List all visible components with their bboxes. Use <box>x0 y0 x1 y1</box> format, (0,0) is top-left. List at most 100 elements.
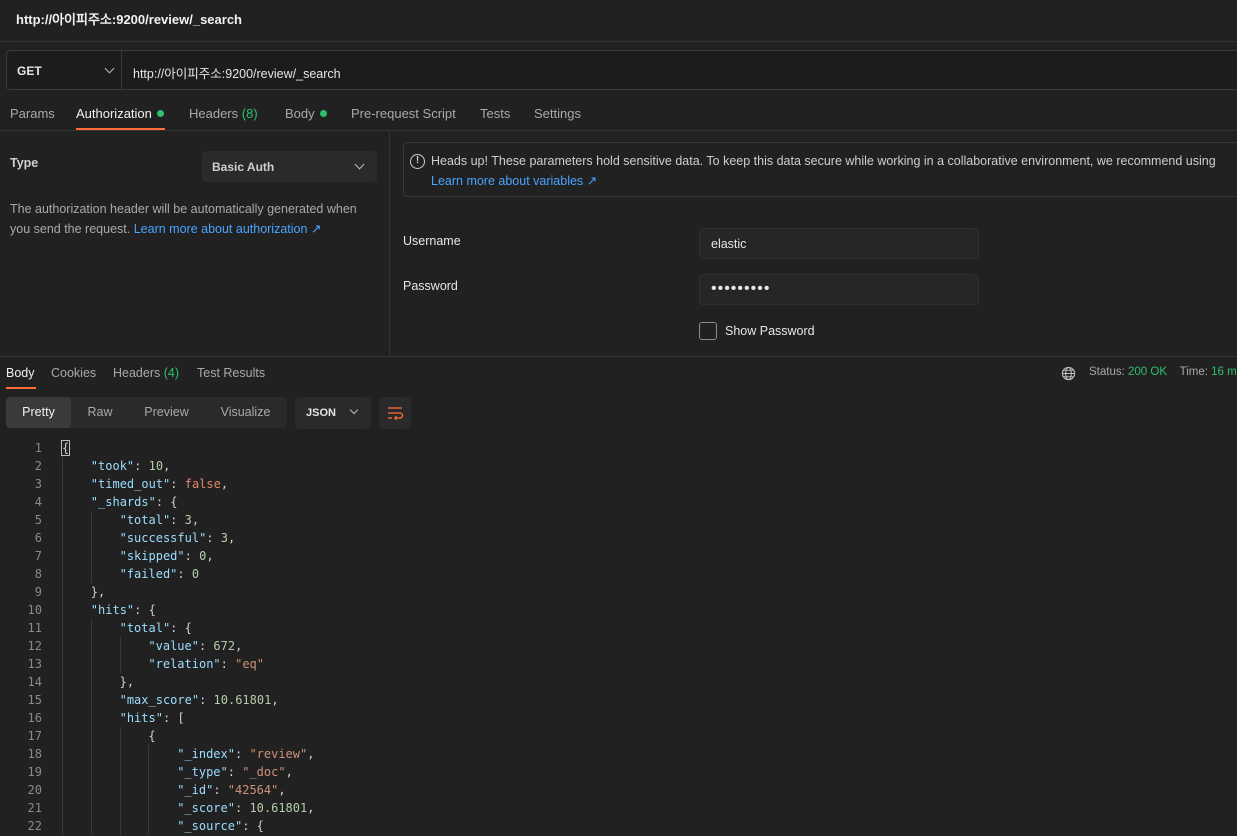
code-token: "_source" <box>177 819 243 833</box>
tab-params[interactable]: Params <box>10 106 55 121</box>
tab-count: (8) <box>241 106 258 121</box>
code-token: : <box>199 693 214 707</box>
password-value: ••••••••• <box>711 280 771 297</box>
code-token: : <box>206 531 221 545</box>
globe-icon[interactable] <box>1061 366 1076 381</box>
line-number: 8 <box>34 567 42 581</box>
code-text: "_id": "42564", <box>177 781 285 799</box>
line-number: 22 <box>27 819 42 833</box>
response-tab-cookies[interactable]: Cookies <box>51 366 96 380</box>
code-token: , <box>206 549 214 563</box>
status-value[interactable]: 200 OK <box>1128 366 1167 378</box>
line-number: 19 <box>27 765 42 779</box>
code-line: 9}, <box>0 583 1237 601</box>
response-tab-headers[interactable]: Headers (4) <box>113 366 179 380</box>
format-select[interactable]: JSON <box>295 397 371 429</box>
code-token: 10.61801 <box>249 801 308 815</box>
tab-settings[interactable]: Settings <box>534 106 581 121</box>
show-password-checkbox[interactable] <box>699 322 717 340</box>
code-text: "_shards": { <box>91 493 178 511</box>
view-visualize-button[interactable]: Visualize <box>204 397 287 428</box>
code-line: 10 "hits": { <box>0 601 1237 619</box>
code-text: "_source": { <box>177 817 264 835</box>
time-value[interactable]: 16 m <box>1211 366 1237 378</box>
code-token: false <box>184 477 221 491</box>
code-token: : <box>177 567 192 581</box>
password-field[interactable]: ••••••••• <box>699 274 979 305</box>
method-select[interactable]: GET <box>7 51 122 89</box>
response-status: Status: 200 OK Time: 16 m <box>1089 366 1237 378</box>
code-token: : { <box>242 819 264 833</box>
learn-more-variables-link[interactable]: Learn more about variables ↗ <box>431 173 597 188</box>
view-preview-button[interactable]: Preview <box>129 397 204 428</box>
code-token: 3 <box>184 513 192 527</box>
view-pretty-button[interactable]: Pretty <box>6 397 71 428</box>
tab-authorization[interactable]: Authorization <box>76 106 164 121</box>
response-body-code[interactable]: 1{2 "took": 10, 3 "timed_out": false, 4 "_sha… <box>0 439 1237 836</box>
line-number: 13 <box>27 657 42 671</box>
wrap-lines-button[interactable] <box>379 397 411 429</box>
chevron-down-icon <box>349 405 359 415</box>
line-number: 11 <box>27 621 42 635</box>
tab-label: Pre-request Script <box>351 106 456 121</box>
code-token: 0 <box>191 567 200 581</box>
auth-type-select[interactable]: Basic Auth <box>202 151 377 182</box>
code-token: : <box>220 657 236 671</box>
view-raw-button[interactable]: Raw <box>71 397 129 428</box>
line-number: 9 <box>34 585 42 599</box>
code-text: "successful": 3, <box>120 529 236 547</box>
code-token: : <box>170 477 185 491</box>
code-line: 19 "_type": "_doc", <box>0 763 1237 781</box>
auth-type-panel: Type Basic Auth The authorization header… <box>0 131 390 356</box>
url-input[interactable]: http://아이피주소:9200/review/_search <box>133 63 341 82</box>
learn-more-authorization-link[interactable]: Learn more about authorization ↗ <box>134 222 322 236</box>
code-token: "failed" <box>119 567 178 581</box>
tab-label: Settings <box>534 106 581 121</box>
code-token: : <box>227 765 243 779</box>
code-text: "_index": "review", <box>177 745 314 763</box>
code-line: 13 "relation": "eq" <box>0 655 1237 673</box>
code-text: { <box>60 439 71 457</box>
code-token: "skipped" <box>119 549 185 563</box>
code-token: : <box>234 747 250 761</box>
code-text: "total": { <box>120 619 192 637</box>
code-token: , <box>220 477 229 491</box>
code-text: "hits": { <box>91 601 156 619</box>
code-token: "took" <box>90 459 135 473</box>
tab-body[interactable]: Body <box>285 106 327 121</box>
line-number: 18 <box>27 747 42 761</box>
tab-pre-request-script[interactable]: Pre-request Script <box>351 106 456 121</box>
auth-description: The authorization header will be automat… <box>10 199 380 239</box>
response-tab-body[interactable]: Body <box>6 366 35 380</box>
tab-tests[interactable]: Tests <box>480 106 510 121</box>
response-view-switcher: Pretty Raw Preview Visualize <box>6 397 287 428</box>
tab-count: (4) <box>163 366 180 380</box>
code-token: "relation" <box>148 657 221 671</box>
line-number: 5 <box>34 513 42 527</box>
code-token: 3 <box>220 531 228 545</box>
code-text: "hits": [ <box>120 709 185 727</box>
code-line: 20 "_id": "42564", <box>0 781 1237 799</box>
code-token: , <box>191 513 200 527</box>
title-bar: http://아이피주소:9200/review/_search <box>0 0 1237 42</box>
tab-label: Body <box>285 106 315 121</box>
code-token: , <box>163 459 171 473</box>
code-line: 11 "total": { <box>0 619 1237 637</box>
code-line: 3 "timed_out": false, <box>0 475 1237 493</box>
response-tab-test-results[interactable]: Test Results <box>197 366 265 380</box>
code-text: "timed_out": false, <box>91 475 228 493</box>
line-number: 2 <box>34 459 42 473</box>
line-number: 3 <box>34 477 42 491</box>
line-number: 7 <box>34 549 42 563</box>
line-number: 1 <box>34 441 42 455</box>
code-token: "_score" <box>177 801 235 815</box>
line-number: 20 <box>27 783 42 797</box>
code-token: "hits" <box>119 711 163 725</box>
tab-label: Authorization <box>76 106 152 121</box>
code-line: 22 "_source": { <box>0 817 1237 835</box>
code-token: { <box>148 729 156 743</box>
section-divider <box>0 356 1237 357</box>
tab-headers[interactable]: Headers (8) <box>189 106 258 121</box>
username-field[interactable]: elastic <box>699 228 979 259</box>
code-text: "max_score": 10.61801, <box>120 691 279 709</box>
